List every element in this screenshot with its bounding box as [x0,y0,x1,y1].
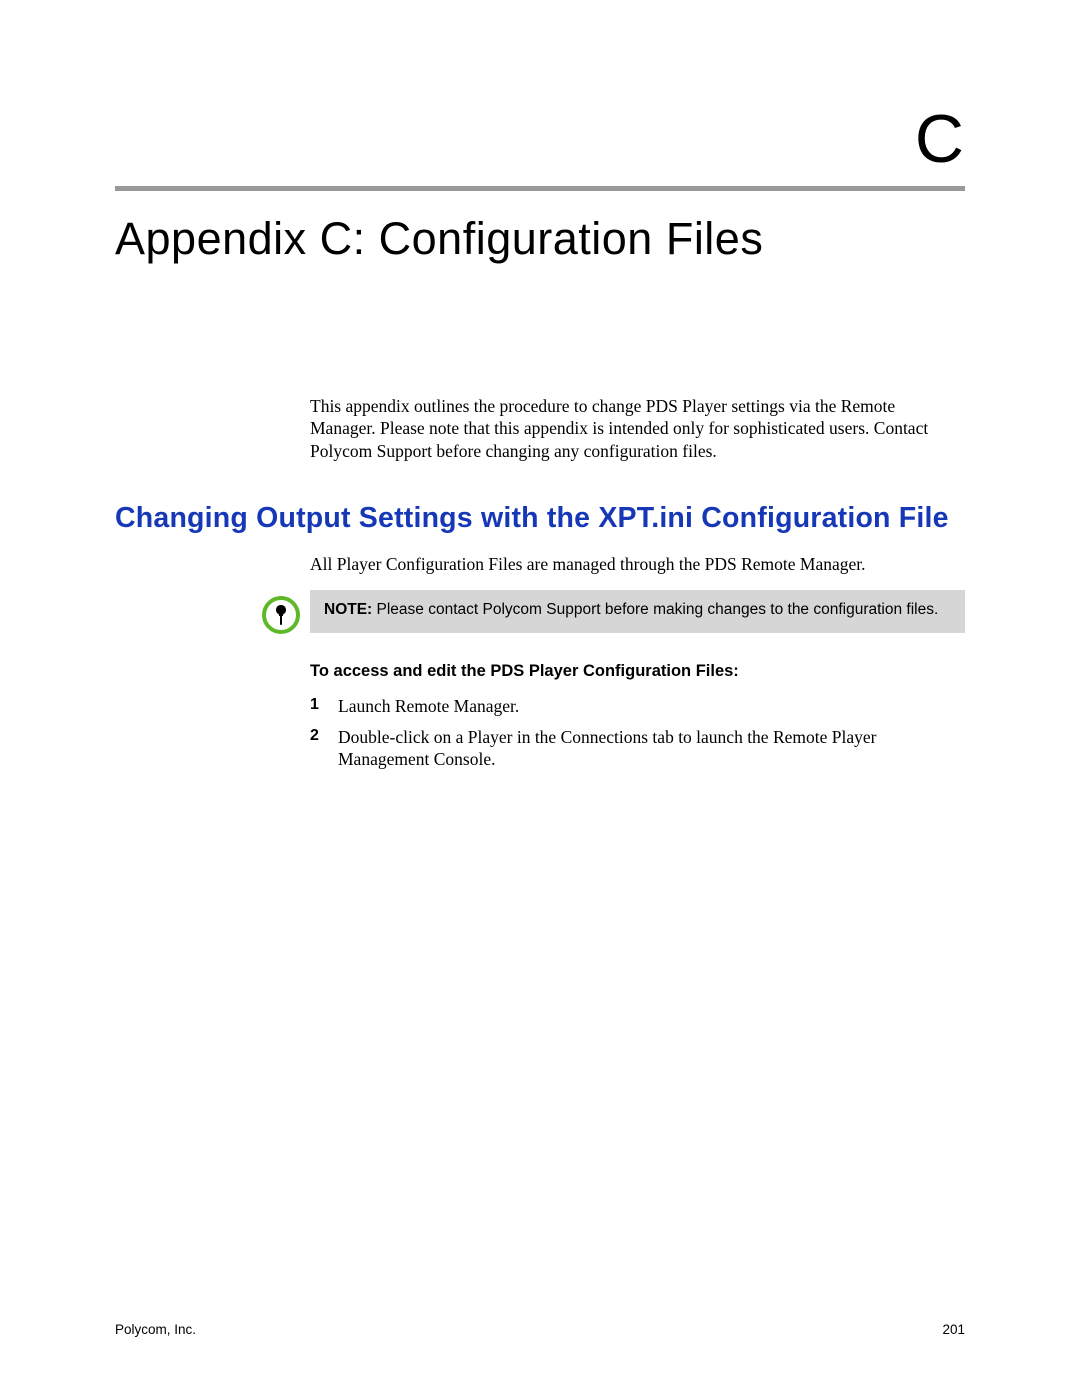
step-item: Double-click on a Player in the Connecti… [310,726,965,772]
step-item: Launch Remote Manager. [310,695,965,718]
appendix-letter: C [115,100,965,178]
procedure-title: To access and edit the PDS Player Config… [310,662,965,681]
note-label: NOTE: [324,601,372,618]
section-heading: Changing Output Settings with the XPT.in… [115,502,965,535]
title-rule [115,186,965,191]
intro-paragraph: This appendix outlines the procedure to … [310,395,965,462]
note-callout: NOTE: Please contact Polycom Support bef… [310,590,965,633]
appendix-title: Appendix C: Configuration Files [115,213,965,265]
step-list: Launch Remote Manager. Double-click on a… [310,695,965,771]
section-paragraph: All Player Configuration Files are manag… [310,553,965,576]
note-pin-icon [262,596,300,634]
page-footer: Polycom, Inc. 201 [115,1322,965,1337]
footer-company: Polycom, Inc. [115,1322,196,1337]
pin-icon [274,605,288,625]
note-text: Please contact Polycom Support before ma… [372,601,938,618]
footer-page-number: 201 [942,1322,965,1337]
